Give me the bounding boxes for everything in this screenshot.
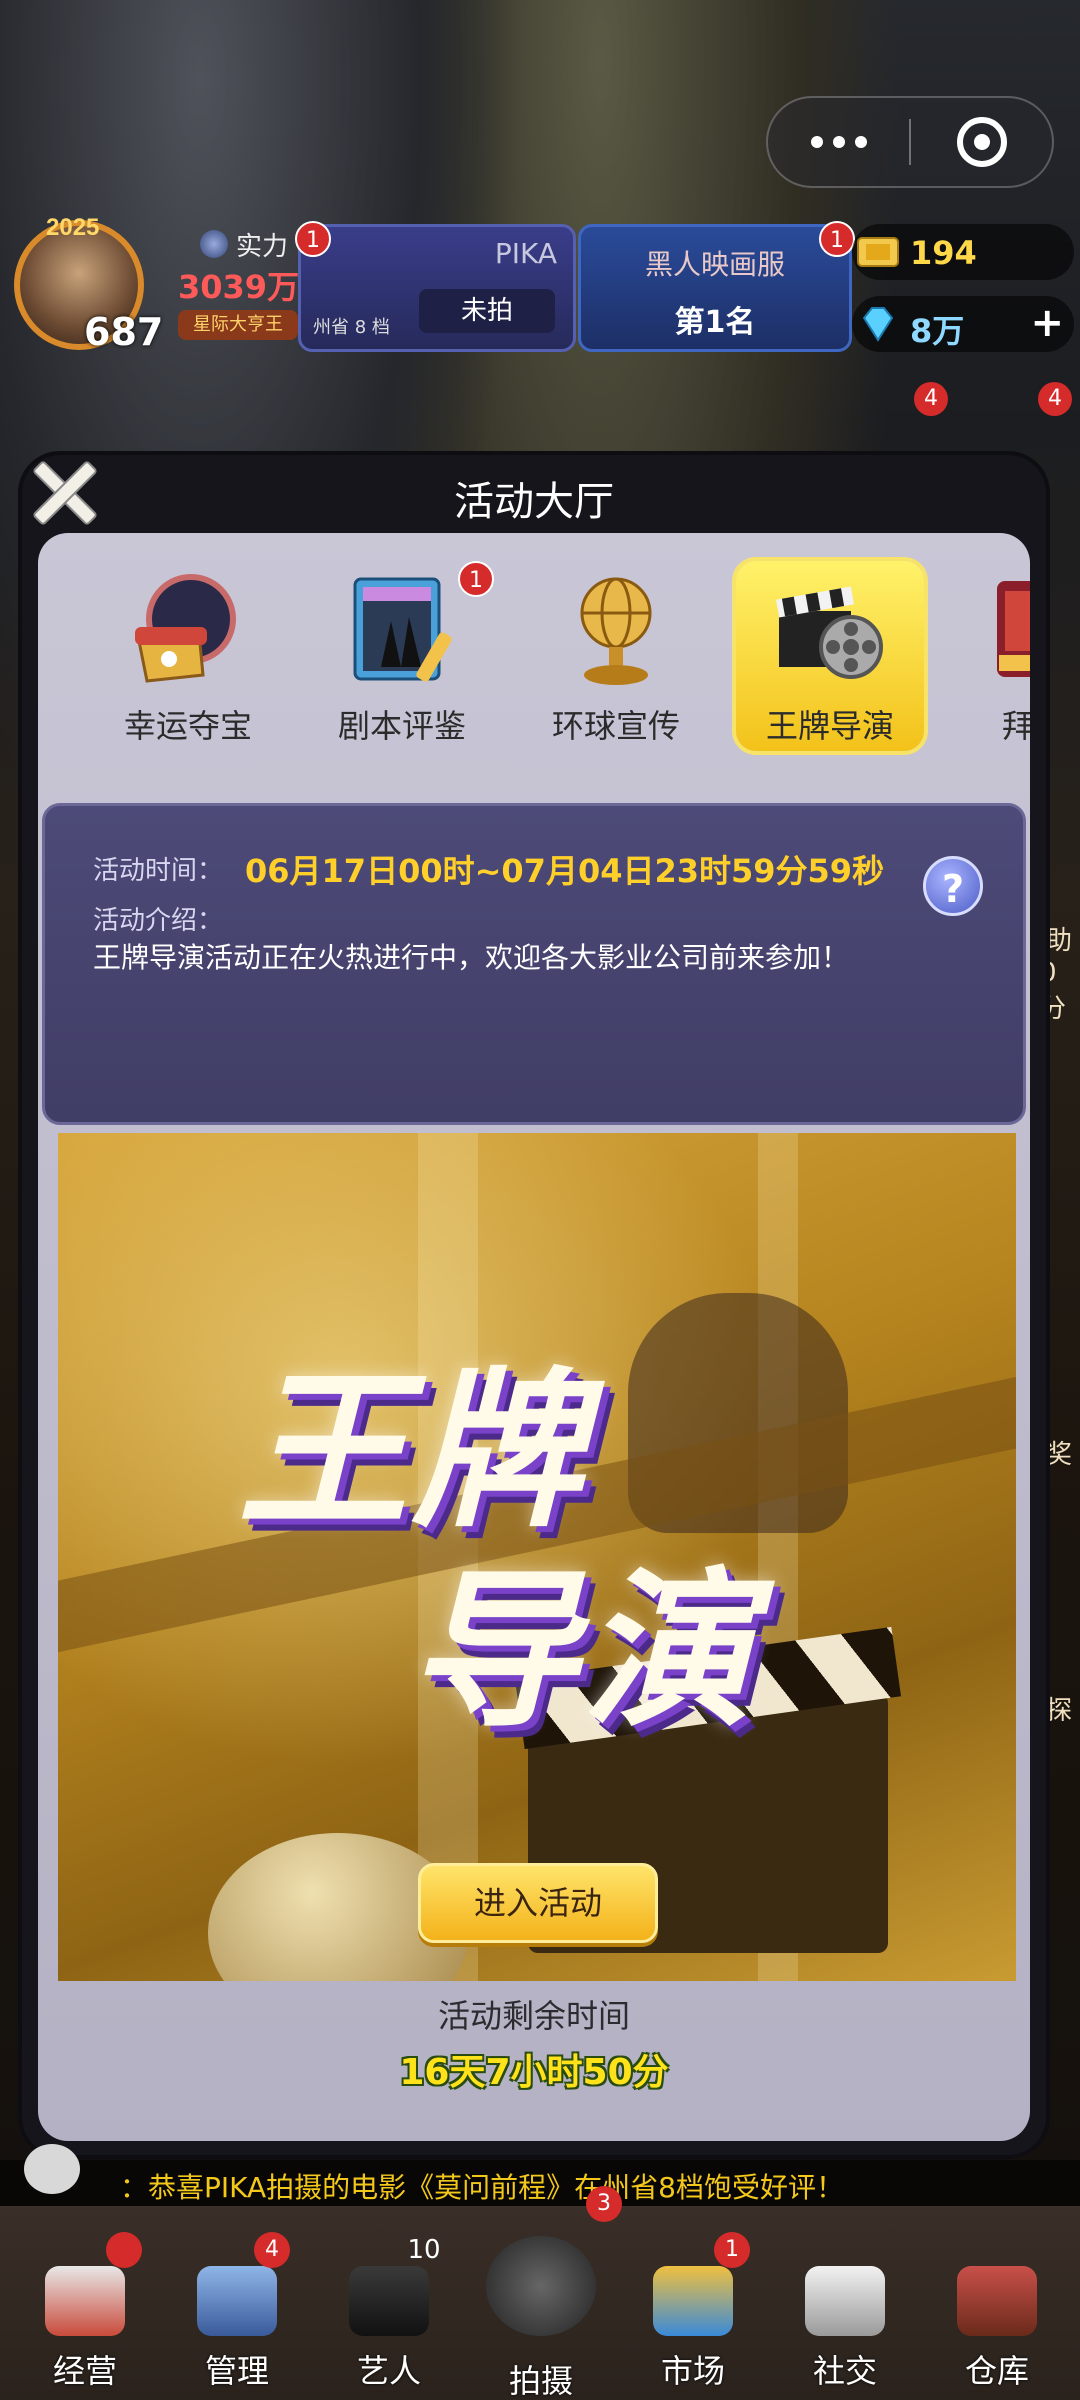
tab-label: 王牌导演 — [765, 707, 894, 745]
tab-script-review[interactable]: 1 剧本评鉴 — [308, 561, 496, 751]
nav-label: 艺人 — [356, 2352, 421, 2390]
market-icon — [653, 2266, 733, 2336]
modal-title: 活动大厅 — [454, 479, 614, 525]
tab-script-review-badge: 1 — [458, 561, 494, 597]
modal-body: 幸运夺宝 1 剧本评鉴 环球宣传 王牌导演 拜 活动时间： 06月17日00时~… — [38, 533, 1030, 2141]
cinema-rank-card[interactable]: 1 黑人映画服 第1名 — [578, 221, 855, 352]
ticker-message: ：恭喜PIKA拍摄的电影《莫问前程》在州省8档饱受好评！ — [120, 2171, 844, 2204]
activity-banner: 王牌 导演 进入活动 — [58, 1133, 1016, 1981]
gold-ticket-icon — [857, 237, 899, 267]
nav-label: 社交 — [812, 2352, 877, 2390]
nav-business[interactable]: 经营 — [10, 2206, 160, 2400]
diamond-icon — [862, 307, 894, 342]
nav-badge: 1 — [714, 2232, 750, 2268]
visit-icon — [997, 581, 1030, 677]
nav-market[interactable]: 1 市场 — [618, 2206, 768, 2400]
nav-social[interactable]: 社交 — [770, 2206, 920, 2400]
tab-global-promotion[interactable]: 环球宣传 — [522, 561, 710, 751]
tab-visit[interactable]: 拜访 — [950, 561, 1030, 751]
tab-lucky-treasure[interactable]: 幸运夺宝 — [94, 561, 282, 751]
banner-title-line2: 导演 — [408, 1553, 757, 1751]
side-label-4: 探 — [1046, 1696, 1073, 1726]
globe-trophy-icon — [580, 577, 652, 685]
activity-tabs: 幸运夺宝 1 剧本评鉴 环球宣传 王牌导演 拜 — [38, 553, 1030, 763]
nav-shoot[interactable]: 3 拍摄 — [466, 2186, 622, 2400]
nav-label: 市场 — [660, 2352, 725, 2390]
avatar-year-badge: 2025 — [46, 214, 100, 241]
tab-label: 剧本评鉴 — [337, 707, 466, 745]
side-badge-2: 4 — [1038, 382, 1072, 416]
nav-badge: 3 — [586, 2186, 622, 2222]
nav-dot — [106, 2232, 142, 2268]
studio-card[interactable]: 1 PIKA 州省 8 档 未拍 — [295, 221, 576, 352]
side-label-1: 助 — [1046, 926, 1073, 956]
studio-status: 未拍 — [419, 289, 555, 333]
time-value: 06月17日00时~07月04日23时59分59秒 — [245, 852, 885, 890]
activity-info-box: 活动时间： 06月17日00时~07月04日23时59分59秒 活动介绍： 王牌… — [42, 803, 1026, 1125]
time-label: 活动时间： — [93, 856, 224, 886]
lucky-treasure-icon — [135, 574, 236, 683]
rank-title: 星际大亨王 — [178, 310, 298, 340]
side-label-2: 0分 — [1040, 958, 1067, 1024]
script-review-icon — [353, 577, 452, 682]
nav-label: 仓库 — [964, 2352, 1029, 2390]
nav-label: 管理 — [204, 2352, 269, 2390]
bottom-nav: 经营 4 管理 10 艺人 3 拍摄 1 市场 社交 仓库 — [0, 2186, 1080, 2400]
cinema-title: 黑人映画服 — [644, 248, 785, 281]
remaining-time-value: 16天7小时50分 — [399, 2052, 669, 2093]
exit-miniprogram-icon[interactable] — [911, 117, 1052, 167]
social-icon — [805, 2266, 885, 2336]
studio-card-badge: 1 — [295, 221, 331, 257]
tab-ace-director[interactable]: 王牌导演 — [736, 561, 924, 751]
nav-manage[interactable]: 4 管理 — [162, 2206, 312, 2400]
power-value: 3039万 — [178, 268, 300, 306]
nav-label: 经营 — [52, 2352, 117, 2390]
miniprogram-capsule — [766, 96, 1054, 188]
help-button[interactable]: ? — [923, 856, 983, 916]
nav-badge: 10 — [407, 2235, 441, 2265]
add-diamond-button[interactable]: + — [1030, 300, 1064, 346]
top-hud: 2025 687 实力 3039万 星际大亨王 1 PIKA 州省 8 档 未拍… — [0, 210, 1080, 370]
side-label-3: 奖 — [1046, 1440, 1073, 1470]
remaining-time-label: 活动剩余时间 — [437, 1997, 630, 2035]
activity-hall-modal: 活动大厅 幸运夺宝 1 剧本评鉴 环球宣传 王牌导演 拜 活动时间： 06月17… — [22, 455, 1046, 2155]
gold-value: 194 — [910, 234, 977, 272]
nav-label: 拍摄 — [508, 2362, 573, 2400]
gold-counter[interactable]: 194 — [852, 224, 1074, 280]
close-button[interactable] — [18, 447, 108, 537]
power-label: 实力 — [236, 232, 289, 262]
diamond-counter[interactable]: 8万 + — [852, 296, 1074, 352]
more-menu-icon[interactable] — [768, 136, 909, 148]
intro-text: 王牌导演活动正在火热进行中，欢迎各大影业公司前来参加！ — [93, 941, 850, 974]
diamond-value: 8万 — [910, 312, 965, 350]
chat-bubble-icon[interactable] — [24, 2144, 80, 2194]
film-camera-icon — [486, 2236, 596, 2336]
news-ticker: ：恭喜PIKA拍摄的电影《莫问前程》在州省8档饱受好评！ — [0, 2144, 1080, 2206]
manage-icon — [197, 2266, 277, 2336]
business-icon — [45, 2266, 125, 2336]
player-level: 687 — [84, 310, 164, 354]
nav-artist[interactable]: 10 艺人 — [314, 2206, 464, 2400]
clapperboard-icon — [776, 586, 883, 679]
nav-badge: 4 — [254, 2232, 290, 2268]
studio-province: 州省 8 档 — [313, 317, 390, 338]
tab-label: 幸运夺宝 — [123, 707, 252, 745]
tab-label: 拜访 — [1002, 707, 1030, 745]
warehouse-icon — [957, 2266, 1037, 2336]
cinema-place: 第1名 — [674, 305, 756, 340]
artist-icon — [349, 2266, 429, 2336]
tab-label: 环球宣传 — [551, 707, 680, 745]
studio-name: PIKA — [494, 237, 557, 270]
intro-label: 活动介绍： — [93, 906, 224, 936]
side-badge-1: 4 — [914, 382, 948, 416]
power-icon — [200, 230, 228, 258]
enter-activity-button[interactable]: 进入活动 — [418, 1863, 658, 1943]
nav-warehouse[interactable]: 仓库 — [922, 2206, 1072, 2400]
